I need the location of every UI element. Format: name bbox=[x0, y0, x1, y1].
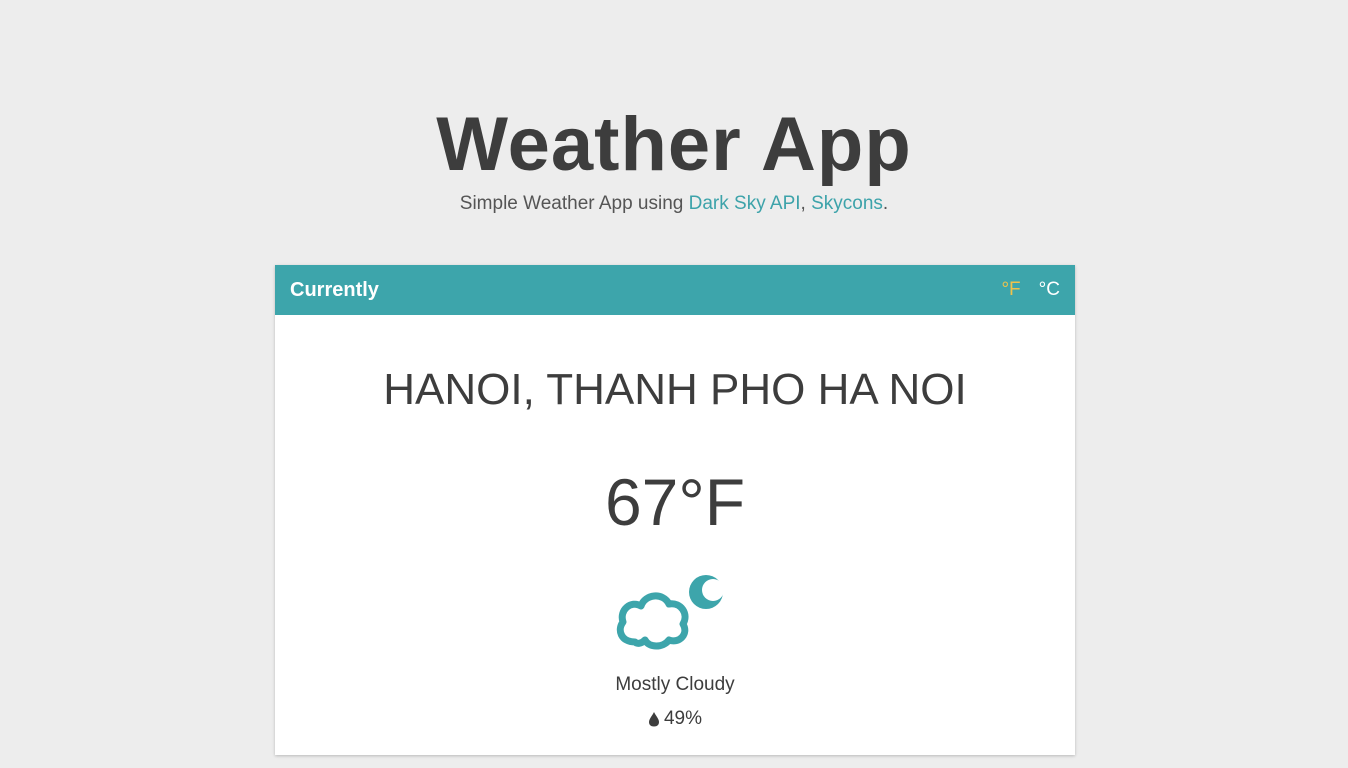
location-name: HANOI, THANH PHO HA NOI bbox=[383, 365, 967, 414]
partly-cloudy-night-icon bbox=[616, 575, 724, 650]
temperature-value: 67°F bbox=[604, 465, 746, 539]
subtitle-separator: , bbox=[800, 193, 812, 214]
subtitle-prefix: Simple Weather App using bbox=[459, 193, 689, 214]
moon-shape bbox=[689, 575, 724, 609]
cloud-shape bbox=[616, 592, 689, 650]
weather-card: Currently °F °C HANOI, THANH PHO HA NOI … bbox=[275, 265, 1075, 755]
page: Weather App Simple Weather App using Dar… bbox=[0, 0, 1348, 768]
skycons-link[interactable]: Skycons bbox=[811, 193, 883, 214]
app-subtitle: Simple Weather App using Dark Sky API, S… bbox=[0, 192, 1348, 216]
weather-summary: Mostly Cloudy bbox=[615, 674, 735, 695]
card-header: Currently °F °C bbox=[275, 265, 1075, 315]
app-title: Weather App bbox=[436, 102, 912, 187]
dark-sky-api-link[interactable]: Dark Sky API bbox=[689, 193, 801, 214]
celsius-button[interactable]: °C bbox=[1039, 279, 1060, 301]
water-drop-icon bbox=[648, 712, 659, 727]
fahrenheit-button[interactable]: °F bbox=[1001, 279, 1020, 301]
subtitle-suffix: . bbox=[882, 193, 889, 214]
humidity-row: 49% bbox=[275, 707, 1075, 731]
card-header-title: Currently bbox=[290, 278, 379, 301]
unit-toggle: °F °C bbox=[1001, 279, 1060, 301]
humidity-value: 49% bbox=[663, 708, 703, 729]
